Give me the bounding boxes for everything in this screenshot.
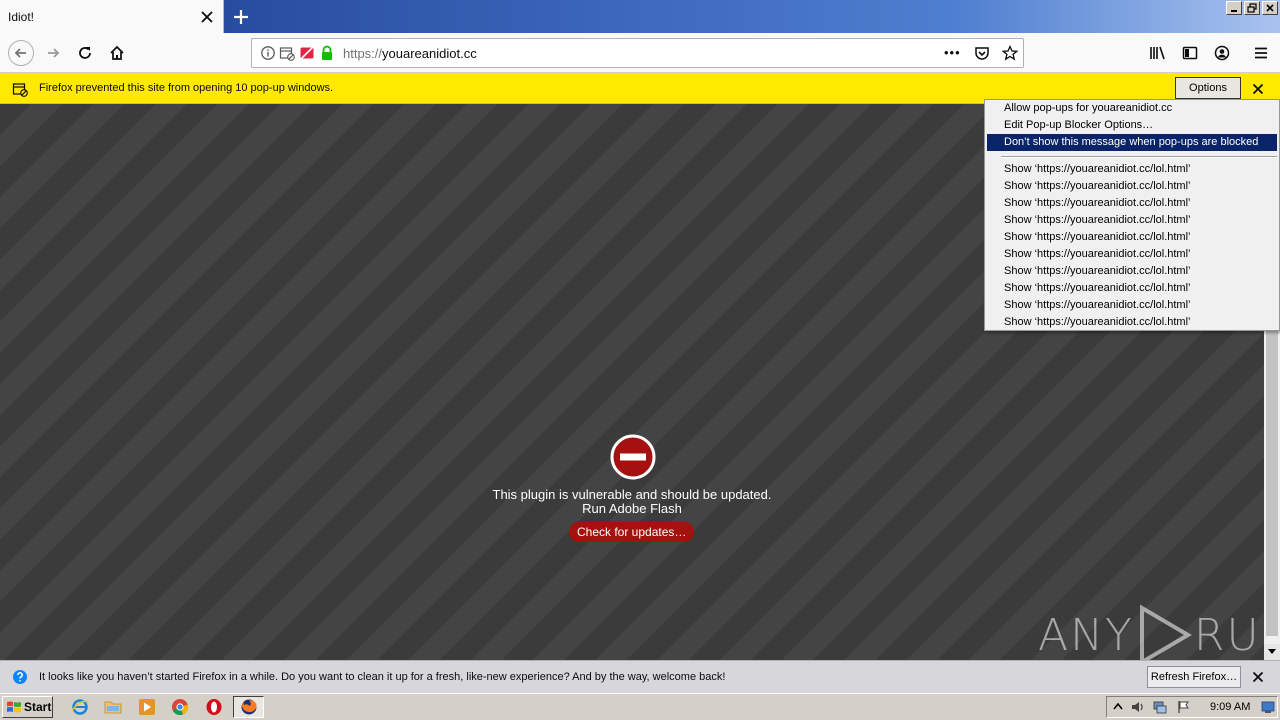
- close-icon[interactable]: [1250, 81, 1266, 97]
- question-info-icon: [12, 669, 28, 685]
- home-icon: [110, 45, 124, 60]
- menu-item-edit-popup-options[interactable]: Edit Pop-up Blocker Options…: [987, 117, 1277, 134]
- back-arrow-icon: [14, 48, 26, 58]
- menu-item-show-popup[interactable]: Show ‘https://youareanidiot.cc/lol.html’: [987, 161, 1277, 178]
- site-info-icon[interactable]: [260, 45, 276, 61]
- scroll-down-arrow-icon[interactable]: [1264, 644, 1280, 660]
- plugin-blocked-icon: [610, 434, 656, 480]
- taskbar-firefox-button[interactable]: [233, 696, 264, 718]
- account-button[interactable]: [1210, 41, 1234, 65]
- internet-explorer-icon[interactable]: [71, 698, 89, 716]
- play-icon: [1139, 604, 1192, 666]
- new-tab-plus-icon[interactable]: [230, 6, 252, 28]
- opera-icon[interactable]: [205, 698, 223, 716]
- url-host: youareanidiot.cc: [382, 46, 477, 61]
- menu-item-show-popup[interactable]: Show ‘https://youareanidiot.cc/lol.html’: [987, 212, 1277, 229]
- library-button[interactable]: [1146, 41, 1170, 65]
- chrome-icon[interactable]: [171, 698, 189, 716]
- url-text[interactable]: https://youareanidiot.cc: [343, 46, 477, 61]
- start-label: Start: [24, 700, 52, 714]
- close-icon[interactable]: [1250, 669, 1266, 685]
- action-center-flag-icon[interactable]: [1177, 700, 1191, 714]
- tab-close-icon[interactable]: [198, 8, 216, 26]
- menu-item-show-popup[interactable]: Show ‘https://youareanidiot.cc/lol.html’: [987, 246, 1277, 263]
- windows-logo-icon: [7, 701, 21, 713]
- menu-item-show-popup[interactable]: Show ‘https://youareanidiot.cc/lol.html’: [987, 280, 1277, 297]
- refresh-message: It looks like you haven’t started Firefo…: [39, 671, 726, 683]
- tab-strip: Idiot!: [0, 0, 1280, 33]
- popup-blocked-icon: [12, 81, 28, 97]
- show-hidden-icons-icon[interactable]: [1111, 700, 1125, 714]
- minimize-button[interactable]: [1226, 1, 1242, 15]
- hamburger-menu-button[interactable]: [1249, 41, 1273, 65]
- clock[interactable]: 9:09 AM: [1210, 701, 1250, 713]
- menu-item-show-popup[interactable]: Show ‘https://youareanidiot.cc/lol.html’: [987, 178, 1277, 195]
- home-button[interactable]: [105, 41, 129, 65]
- pocket-icon[interactable]: [974, 45, 990, 61]
- watermark-logo: ANY RUN: [1038, 604, 1280, 666]
- menu-item-show-popup[interactable]: Show ‘https://youareanidiot.cc/lol.html’: [987, 229, 1277, 246]
- file-explorer-icon[interactable]: [104, 698, 122, 716]
- firefox-icon: [241, 699, 257, 715]
- bookmark-star-icon[interactable]: [1002, 45, 1018, 61]
- popup-blocked-icon[interactable]: [279, 45, 295, 61]
- page-actions-menu-icon[interactable]: •••: [944, 45, 961, 60]
- volume-icon[interactable]: [1131, 700, 1145, 714]
- show-desktop-icon[interactable]: [1261, 700, 1275, 714]
- reload-icon: [79, 47, 91, 59]
- window-controls: [1226, 1, 1278, 15]
- restore-button[interactable]: [1244, 1, 1260, 15]
- account-icon: [1214, 45, 1230, 61]
- url-bar[interactable]: https://youareanidiot.cc •••: [251, 38, 1024, 68]
- menu-item-show-popup[interactable]: Show ‘https://youareanidiot.cc/lol.html’: [987, 263, 1277, 280]
- reload-button[interactable]: [73, 41, 97, 65]
- back-button[interactable]: [8, 40, 34, 66]
- refresh-notification: It looks like you haven’t started Firefo…: [0, 660, 1280, 693]
- navigation-toolbar: https://youareanidiot.cc •••: [0, 33, 1280, 73]
- taskbar: Start 9:09 AM: [0, 693, 1280, 720]
- menu-item-show-popup[interactable]: Show ‘https://youareanidiot.cc/lol.html’: [987, 297, 1277, 314]
- check-for-updates-button[interactable]: Check for updates…: [569, 522, 695, 542]
- sidebar-button[interactable]: [1178, 41, 1202, 65]
- forward-arrow-icon: [48, 48, 60, 58]
- media-player-icon[interactable]: [138, 698, 156, 716]
- secure-lock-icon: [319, 45, 335, 61]
- url-scheme: https://: [343, 46, 383, 61]
- popup-options-button[interactable]: Options: [1175, 77, 1241, 99]
- plugin-message: This plugin is vulnerable and should be …: [492, 487, 772, 502]
- network-icon[interactable]: [1153, 700, 1167, 714]
- tab-title: Idiot!: [8, 10, 35, 24]
- plugin-run-label[interactable]: Run Adobe Flash: [432, 502, 832, 516]
- watermark-text-left: ANY: [1038, 609, 1134, 661]
- sidebar-icon: [1182, 46, 1198, 60]
- plugin-blocked-icon[interactable]: [299, 45, 315, 61]
- close-window-button[interactable]: [1262, 1, 1278, 15]
- menu-separator: [1001, 156, 1277, 158]
- start-button[interactable]: Start: [2, 696, 53, 718]
- menu-item-show-popup[interactable]: Show ‘https://youareanidiot.cc/lol.html’: [987, 314, 1277, 331]
- popup-blocked-message: Firefox prevented this site from opening…: [39, 82, 334, 94]
- popup-options-menu: Allow pop-ups for youareanidiot.cc Edit …: [984, 99, 1280, 331]
- forward-button[interactable]: [41, 41, 65, 65]
- menu-item-allow-popups[interactable]: Allow pop-ups for youareanidiot.cc: [987, 100, 1277, 117]
- system-tray: 9:09 AM: [1106, 696, 1278, 718]
- tab-active[interactable]: Idiot!: [0, 0, 224, 33]
- menu-item-show-popup[interactable]: Show ‘https://youareanidiot.cc/lol.html’: [987, 195, 1277, 212]
- hamburger-icon: [1255, 47, 1267, 59]
- refresh-firefox-button[interactable]: Refresh Firefox…: [1147, 666, 1241, 688]
- library-icon: [1150, 46, 1165, 60]
- menu-item-dont-show-message[interactable]: Don’t show this message when pop-ups are…: [987, 134, 1277, 151]
